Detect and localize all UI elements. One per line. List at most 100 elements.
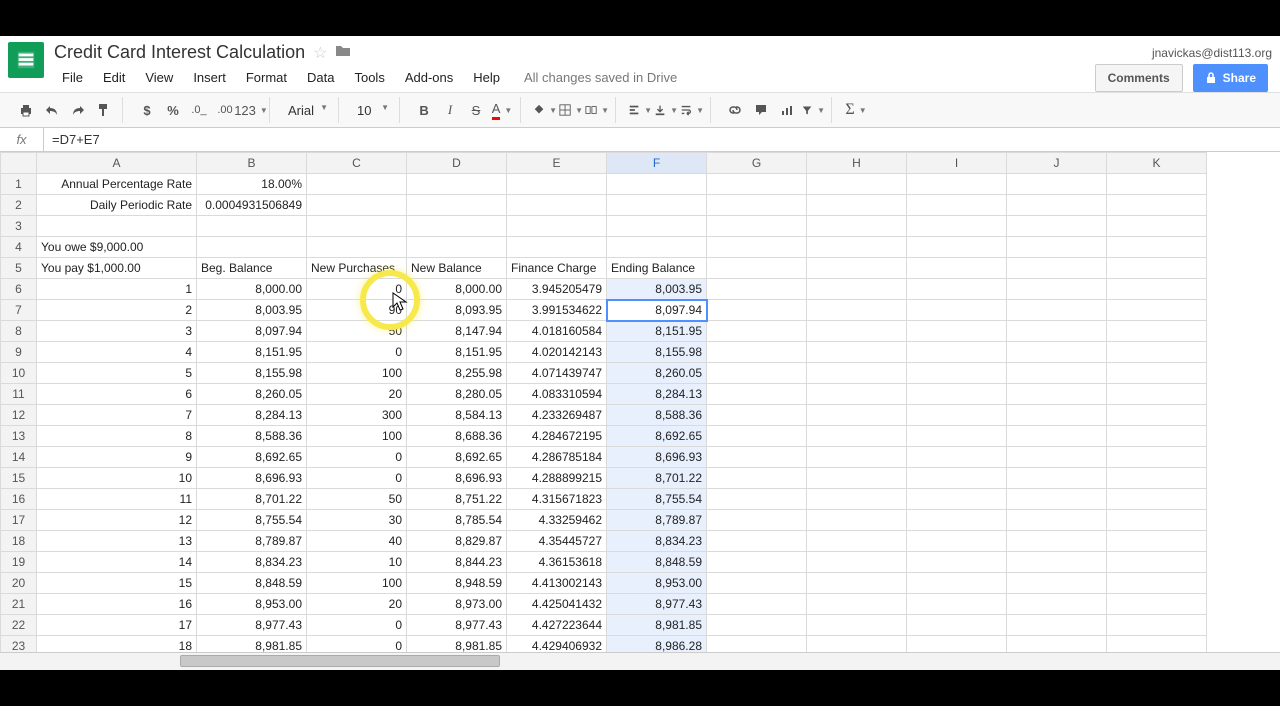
cell-F16[interactable]: 8,755.54 <box>607 489 707 510</box>
column-header-C[interactable]: C <box>307 153 407 174</box>
italic-icon[interactable]: I <box>438 98 462 122</box>
cell-J17[interactable] <box>1007 510 1107 531</box>
cell-K17[interactable] <box>1107 510 1207 531</box>
cell-I23[interactable] <box>907 636 1007 653</box>
cell-G6[interactable] <box>707 279 807 300</box>
cell-E22[interactable]: 4.427223644 <box>507 615 607 636</box>
cell-G19[interactable] <box>707 552 807 573</box>
cell-F17[interactable]: 8,789.87 <box>607 510 707 531</box>
cell-F7[interactable]: 8,097.94 <box>607 300 707 321</box>
cell-F19[interactable]: 8,848.59 <box>607 552 707 573</box>
cell-A11[interactable]: 6 <box>37 384 197 405</box>
row-header-5[interactable]: 5 <box>1 258 37 279</box>
cell-J11[interactable] <box>1007 384 1107 405</box>
cell-B3[interactable] <box>197 216 307 237</box>
cell-G23[interactable] <box>707 636 807 653</box>
cell-H8[interactable] <box>807 321 907 342</box>
row-header-4[interactable]: 4 <box>1 237 37 258</box>
cell-F13[interactable]: 8,692.65 <box>607 426 707 447</box>
cell-D3[interactable] <box>407 216 507 237</box>
font-family-select[interactable]: Arial▼ <box>282 101 332 120</box>
cell-C17[interactable]: 30 <box>307 510 407 531</box>
column-header-A[interactable]: A <box>37 153 197 174</box>
cell-H10[interactable] <box>807 363 907 384</box>
cell-D13[interactable]: 8,688.36 <box>407 426 507 447</box>
cell-D14[interactable]: 8,692.65 <box>407 447 507 468</box>
undo-icon[interactable] <box>40 98 64 122</box>
cell-E11[interactable]: 4.083310594 <box>507 384 607 405</box>
row-header-9[interactable]: 9 <box>1 342 37 363</box>
cell-C2[interactable] <box>307 195 407 216</box>
menu-insert[interactable]: Insert <box>185 67 234 88</box>
cell-K14[interactable] <box>1107 447 1207 468</box>
cell-I7[interactable] <box>907 300 1007 321</box>
cell-F23[interactable]: 8,986.28 <box>607 636 707 653</box>
cell-G15[interactable] <box>707 468 807 489</box>
cell-G1[interactable] <box>707 174 807 195</box>
column-header-B[interactable]: B <box>197 153 307 174</box>
cell-F8[interactable]: 8,151.95 <box>607 321 707 342</box>
cell-F21[interactable]: 8,977.43 <box>607 594 707 615</box>
cell-H18[interactable] <box>807 531 907 552</box>
cell-A23[interactable]: 18 <box>37 636 197 653</box>
cell-H12[interactable] <box>807 405 907 426</box>
cell-H5[interactable] <box>807 258 907 279</box>
cell-G12[interactable] <box>707 405 807 426</box>
cell-B2[interactable]: 0.0004931506849 <box>197 195 307 216</box>
scrollbar-thumb[interactable] <box>180 655 500 667</box>
row-header-19[interactable]: 19 <box>1 552 37 573</box>
percent-icon[interactable]: % <box>161 98 185 122</box>
cell-K15[interactable] <box>1107 468 1207 489</box>
cell-E4[interactable] <box>507 237 607 258</box>
menu-data[interactable]: Data <box>299 67 342 88</box>
cell-A21[interactable]: 16 <box>37 594 197 615</box>
row-header-11[interactable]: 11 <box>1 384 37 405</box>
sheets-logo[interactable] <box>8 42 44 78</box>
row-header-6[interactable]: 6 <box>1 279 37 300</box>
cell-E15[interactable]: 4.288899215 <box>507 468 607 489</box>
cell-F22[interactable]: 8,981.85 <box>607 615 707 636</box>
row-header-2[interactable]: 2 <box>1 195 37 216</box>
cell-A5[interactable]: You pay $1,000.00 <box>37 258 197 279</box>
cell-K22[interactable] <box>1107 615 1207 636</box>
row-header-10[interactable]: 10 <box>1 363 37 384</box>
cell-G18[interactable] <box>707 531 807 552</box>
cell-I6[interactable] <box>907 279 1007 300</box>
cell-K18[interactable] <box>1107 531 1207 552</box>
cell-K12[interactable] <box>1107 405 1207 426</box>
cell-A17[interactable]: 12 <box>37 510 197 531</box>
cell-G21[interactable] <box>707 594 807 615</box>
cell-B22[interactable]: 8,977.43 <box>197 615 307 636</box>
cell-A22[interactable]: 17 <box>37 615 197 636</box>
cell-C3[interactable] <box>307 216 407 237</box>
cell-J5[interactable] <box>1007 258 1107 279</box>
corner-cell[interactable] <box>1 153 37 174</box>
cell-D18[interactable]: 8,829.87 <box>407 531 507 552</box>
column-header-H[interactable]: H <box>807 153 907 174</box>
row-header-8[interactable]: 8 <box>1 321 37 342</box>
cell-K19[interactable] <box>1107 552 1207 573</box>
cell-E21[interactable]: 4.425041432 <box>507 594 607 615</box>
cell-A1[interactable]: Annual Percentage Rate <box>37 174 197 195</box>
cell-H11[interactable] <box>807 384 907 405</box>
cell-F3[interactable] <box>607 216 707 237</box>
cell-K21[interactable] <box>1107 594 1207 615</box>
menu-tools[interactable]: Tools <box>346 67 392 88</box>
cell-H3[interactable] <box>807 216 907 237</box>
cell-D23[interactable]: 8,981.85 <box>407 636 507 653</box>
cell-I21[interactable] <box>907 594 1007 615</box>
cell-I10[interactable] <box>907 363 1007 384</box>
cell-B8[interactable]: 8,097.94 <box>197 321 307 342</box>
column-header-I[interactable]: I <box>907 153 1007 174</box>
cell-H21[interactable] <box>807 594 907 615</box>
row-header-12[interactable]: 12 <box>1 405 37 426</box>
cell-I14[interactable] <box>907 447 1007 468</box>
cell-D1[interactable] <box>407 174 507 195</box>
cell-A18[interactable]: 13 <box>37 531 197 552</box>
cell-D6[interactable]: 8,000.00 <box>407 279 507 300</box>
cell-C6[interactable]: 0 <box>307 279 407 300</box>
cell-I8[interactable] <box>907 321 1007 342</box>
cell-H22[interactable] <box>807 615 907 636</box>
cell-K4[interactable] <box>1107 237 1207 258</box>
cell-J16[interactable] <box>1007 489 1107 510</box>
